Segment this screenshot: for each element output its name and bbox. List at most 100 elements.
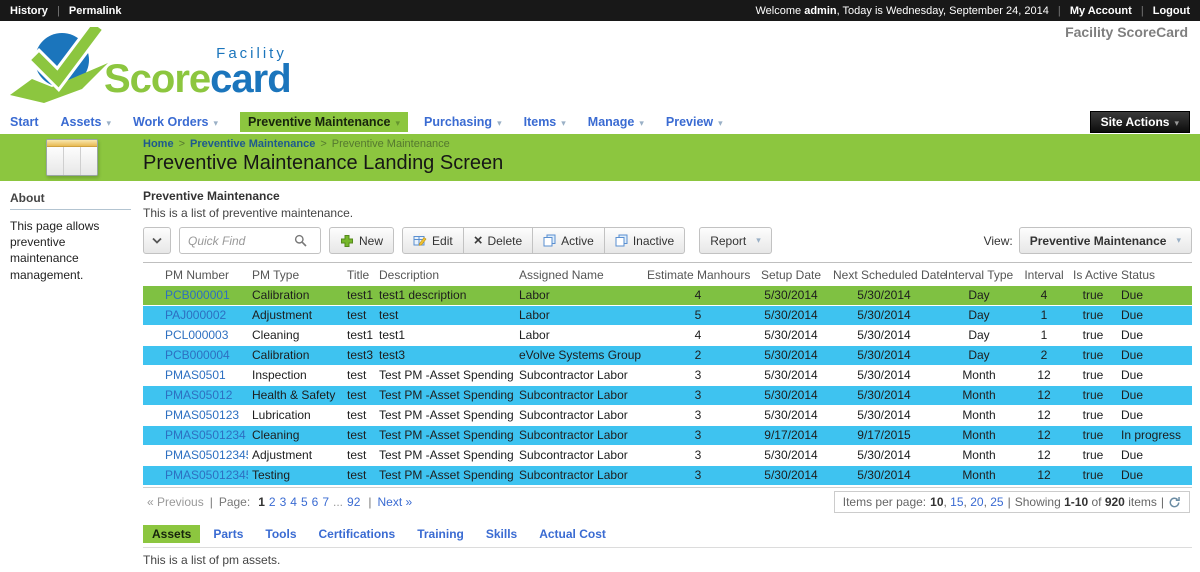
pm-number-link[interactable]: PMAS05012345 <box>165 448 248 462</box>
pm-number-link[interactable]: PMAS0501 <box>165 368 226 382</box>
active-button[interactable]: Active <box>532 227 605 254</box>
new-button[interactable]: New <box>329 227 394 254</box>
column-header-next-scheduled-date[interactable]: Next Scheduled Date <box>829 263 939 286</box>
column-header-description[interactable]: Description <box>375 263 515 286</box>
nav-item-purchasing[interactable]: Purchasing▾ <box>424 115 502 129</box>
logout-link[interactable]: Logout <box>1153 5 1190 17</box>
page-link-3[interactable]: 3 <box>280 495 287 509</box>
column-header-assigned-name[interactable]: Assigned Name <box>515 263 643 286</box>
banner-icon-zone <box>0 134 143 181</box>
table-row[interactable]: PCB000001Calibrationtest1test1 descripti… <box>143 286 1192 306</box>
table-cell: Adjustment <box>248 306 343 326</box>
column-header-title[interactable]: Title <box>343 263 375 286</box>
edit-button[interactable]: Edit <box>402 227 464 254</box>
column-header-setup-date[interactable]: Setup Date <box>753 263 829 286</box>
tab-skills[interactable]: Skills <box>477 525 526 543</box>
breadcrumb-item[interactable]: Preventive Maintenance <box>190 138 315 150</box>
my-account-link[interactable]: My Account <box>1070 5 1132 17</box>
table-row[interactable]: PMAS05012345AdjustmenttestTest PM -Asset… <box>143 446 1192 466</box>
pages-icon <box>615 234 628 247</box>
table-cell: 3 <box>643 466 753 486</box>
tab-actual-cost[interactable]: Actual Cost <box>530 525 615 543</box>
table-cell: Health & Safety <box>248 386 343 406</box>
window-icon <box>46 139 98 176</box>
per-page-option-25[interactable]: 25 <box>990 495 1003 509</box>
page-link-4[interactable]: 4 <box>290 495 297 509</box>
table-row[interactable]: PMAS05012Health & SafetytestTest PM -Ass… <box>143 386 1192 406</box>
table-cell: 5/30/2014 <box>829 326 939 346</box>
top-bar-right: Welcome admin, Today is Wednesday, Septe… <box>756 5 1191 17</box>
table-cell: test1 <box>343 326 375 346</box>
pm-number-link[interactable]: PAJ000002 <box>165 308 226 322</box>
page-banner: Home>Preventive Maintenance>Preventive M… <box>0 134 1200 181</box>
table-cell: Month <box>939 446 1019 466</box>
next-page-link[interactable]: Next » <box>378 495 413 509</box>
per-page-option-15[interactable]: 15 <box>950 495 963 509</box>
items-per-page-label: Items per page: <box>843 495 926 509</box>
table-cell: Due <box>1117 386 1192 406</box>
page-link-7[interactable]: 7 <box>322 495 329 509</box>
page-link-2[interactable]: 2 <box>269 495 276 509</box>
page-links: 1234567...92 <box>256 495 362 509</box>
page-link-6[interactable]: 6 <box>312 495 319 509</box>
page-link-92[interactable]: 92 <box>347 495 360 509</box>
table-row[interactable]: PCL000003Cleaningtest1test1Labor45/30/20… <box>143 326 1192 346</box>
table-row[interactable]: PMAS0501InspectiontestTest PM -Asset Spe… <box>143 366 1192 386</box>
pm-number-link[interactable]: PMAS0501234 <box>165 428 246 442</box>
pm-number-link[interactable]: PCB000001 <box>165 288 230 302</box>
logo-checkmark-icon <box>6 27 118 107</box>
column-header-status[interactable]: Status <box>1117 263 1192 286</box>
nav-item-work-orders[interactable]: Work Orders▾ <box>133 115 218 129</box>
tab-parts[interactable]: Parts <box>204 525 252 543</box>
site-actions-button[interactable]: Site Actions▾ <box>1090 111 1190 133</box>
column-header-pm-type[interactable]: PM Type <box>248 263 343 286</box>
history-link[interactable]: History <box>10 5 48 17</box>
tab-tools[interactable]: Tools <box>256 525 305 543</box>
table-cell: Labor <box>515 326 643 346</box>
column-header-pm-number[interactable]: PM Number <box>143 263 248 286</box>
nav-item-assets[interactable]: Assets▾ <box>60 115 111 129</box>
column-header-interval-type[interactable]: Interval Type <box>939 263 1019 286</box>
pm-number-link[interactable]: PCL000003 <box>165 328 228 342</box>
tab-assets[interactable]: Assets <box>143 525 200 543</box>
tab-training[interactable]: Training <box>408 525 473 543</box>
chevron-down-icon <box>151 237 163 245</box>
pm-number-link[interactable]: PCB000004 <box>165 348 230 362</box>
tab-certifications[interactable]: Certifications <box>310 525 405 543</box>
permalink-link[interactable]: Permalink <box>69 5 122 17</box>
nav-item-preventive-maintenance[interactable]: Preventive Maintenance▾ <box>240 112 408 132</box>
page-link-5[interactable]: 5 <box>301 495 308 509</box>
table-cell: test3 <box>375 346 515 366</box>
refresh-icon[interactable] <box>1168 496 1181 509</box>
column-header-interval[interactable]: Interval <box>1019 263 1069 286</box>
per-page-option-20[interactable]: 20 <box>970 495 983 509</box>
nav-item-manage[interactable]: Manage▾ <box>588 115 644 129</box>
table-row[interactable]: PMAS050123LubricationtestTest PM -Asset … <box>143 406 1192 426</box>
column-header-estimate-manhours[interactable]: Estimate Manhours <box>643 263 753 286</box>
delete-button[interactable]: × Delete <box>463 227 533 254</box>
inactive-button[interactable]: Inactive <box>604 227 685 254</box>
toolbar-expand-button[interactable] <box>143 227 171 254</box>
report-button[interactable]: Report▾ <box>699 227 772 254</box>
cell-pm-number: PMAS05012345 <box>143 446 248 466</box>
breadcrumb-item[interactable]: Home <box>143 138 174 150</box>
table-cell: 9/17/2015 <box>829 426 939 446</box>
pm-number-link[interactable]: PMAS05012 <box>165 388 232 402</box>
quick-find-input[interactable] <box>186 233 294 249</box>
table-cell: true <box>1069 386 1117 406</box>
search-icon[interactable] <box>294 234 307 247</box>
table-row[interactable]: PCB000004Calibrationtest3test3eVolve Sys… <box>143 346 1192 366</box>
pm-number-link[interactable]: PMAS050123 <box>165 408 239 422</box>
nav-item-preview[interactable]: Preview▾ <box>666 115 723 129</box>
separator: | <box>368 495 371 509</box>
view-dropdown[interactable]: Preventive Maintenance▾ <box>1019 227 1192 254</box>
nav-item-items[interactable]: Items▾ <box>524 115 566 129</box>
previous-page-link[interactable]: « Previous <box>147 495 204 509</box>
table-row[interactable]: PMAS050123456TestingtestTest PM -Asset S… <box>143 466 1192 486</box>
table-cell: Due <box>1117 406 1192 426</box>
column-header-is-active[interactable]: Is Active <box>1069 263 1117 286</box>
table-row[interactable]: PAJ000002AdjustmenttesttestLabor55/30/20… <box>143 306 1192 326</box>
table-row[interactable]: PMAS0501234CleaningtestTest PM -Asset Sp… <box>143 426 1192 446</box>
nav-item-start[interactable]: Start <box>10 115 38 129</box>
pm-number-link[interactable]: PMAS050123456 <box>165 468 248 482</box>
